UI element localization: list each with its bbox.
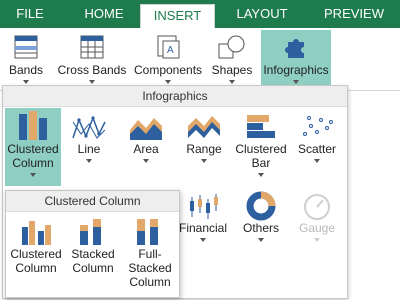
chevron-down-icon	[258, 238, 264, 242]
gallery-item-label: Clustered Column	[7, 142, 59, 170]
clustered-column-submenu: Clustered Column Clustered Column Stacke…	[5, 190, 180, 298]
gallery-item-label: Range	[186, 142, 222, 156]
ribbon-body: Bands Cross Bands A Components Shapes In…	[0, 28, 400, 91]
submenu-item-clustered-column[interactable]: Clustered Column	[8, 217, 64, 275]
gallery-item-label: Line	[77, 142, 101, 156]
bands-label: Bands	[8, 63, 44, 77]
tab-home[interactable]: HOME	[68, 0, 140, 28]
shapes-button[interactable]: Shapes	[208, 30, 256, 88]
submenu-item-stacked-column[interactable]: Stacked Column	[65, 217, 121, 275]
chevron-down-icon	[201, 159, 207, 163]
chevron-down-icon	[30, 173, 36, 177]
tab-layout[interactable]: LAYOUT	[226, 0, 298, 28]
chevron-down-icon	[165, 80, 171, 84]
ribbon-tab-bar: FILE HOME INSERT LAYOUT PREVIEW	[0, 0, 400, 28]
cross-bands-icon	[80, 35, 104, 59]
gallery-item-line[interactable]: Line	[61, 112, 117, 163]
infographics-button[interactable]: Infographics	[261, 30, 331, 88]
chevron-down-icon	[200, 238, 206, 242]
clustered-column-icon	[19, 111, 47, 140]
tab-insert[interactable]: INSERT	[140, 4, 215, 28]
clustered-column-icon	[22, 221, 51, 245]
gallery-item-label: Financial	[178, 221, 228, 235]
submenu-item-full-stacked-column[interactable]: Full-Stacked Column	[122, 217, 178, 289]
components-label: Components	[134, 63, 203, 77]
chevron-down-icon	[89, 80, 95, 84]
components-icon: A	[157, 35, 180, 59]
chevron-down-icon	[314, 238, 320, 242]
gallery-item-scatter[interactable]: Scatter	[289, 112, 345, 163]
cross-bands-button[interactable]: Cross Bands	[56, 30, 128, 88]
gallery-item-label: Area	[133, 142, 159, 156]
submenu-item-label: Clustered Column	[10, 247, 62, 275]
doughnut-chart-icon	[246, 191, 276, 221]
chevron-down-icon	[143, 159, 149, 163]
shapes-icon	[218, 35, 245, 59]
chevron-down-icon	[293, 80, 299, 84]
infographics-label: Infographics	[263, 63, 329, 77]
scatter-chart-icon	[303, 116, 333, 136]
gallery-item-range[interactable]: Range	[176, 112, 232, 163]
stacked-column-icon	[80, 219, 101, 245]
gallery-item-area[interactable]: Area	[118, 112, 174, 163]
submenu-item-label: Full-Stacked Column	[128, 247, 172, 289]
shapes-label: Shapes	[211, 63, 253, 77]
chevron-down-icon	[23, 80, 29, 84]
gallery-item-financial[interactable]: Financial	[175, 191, 231, 242]
gallery-title: Infographics	[3, 86, 347, 107]
tab-preview[interactable]: PREVIEW	[312, 0, 396, 28]
bands-button[interactable]: Bands	[4, 30, 48, 88]
gallery-item-others[interactable]: Others	[233, 191, 289, 242]
gallery-item-label: Scatter	[297, 142, 336, 156]
gallery-item-label: Clustered Bar	[235, 142, 287, 170]
clustered-bar-icon	[247, 115, 275, 138]
tab-file[interactable]: FILE	[6, 0, 54, 28]
area-chart-icon	[130, 118, 162, 140]
bands-icon	[14, 35, 38, 59]
line-chart-icon	[72, 115, 106, 139]
components-button[interactable]: A Components	[134, 30, 202, 88]
gallery-item-label: Gauge	[298, 221, 336, 235]
full-stacked-column-icon	[137, 219, 158, 245]
chevron-down-icon	[86, 159, 92, 163]
puzzle-icon	[285, 39, 304, 58]
chevron-down-icon	[229, 80, 235, 84]
gauge-icon	[304, 194, 330, 220]
gallery-item-clustered-bar[interactable]: Clustered Bar	[233, 112, 289, 177]
chevron-down-icon	[258, 173, 264, 177]
gallery-item-gauge: Gauge	[289, 191, 345, 242]
gallery-item-clustered-column[interactable]: Clustered Column	[5, 108, 61, 186]
svg-text:A: A	[167, 45, 174, 56]
submenu-item-label: Stacked Column	[71, 247, 115, 275]
cross-bands-label: Cross Bands	[57, 63, 127, 77]
submenu-title: Clustered Column	[6, 191, 179, 212]
candlestick-chart-icon	[190, 194, 218, 219]
range-chart-icon	[188, 116, 220, 138]
chevron-down-icon	[314, 159, 320, 163]
gallery-item-label: Others	[242, 221, 279, 235]
